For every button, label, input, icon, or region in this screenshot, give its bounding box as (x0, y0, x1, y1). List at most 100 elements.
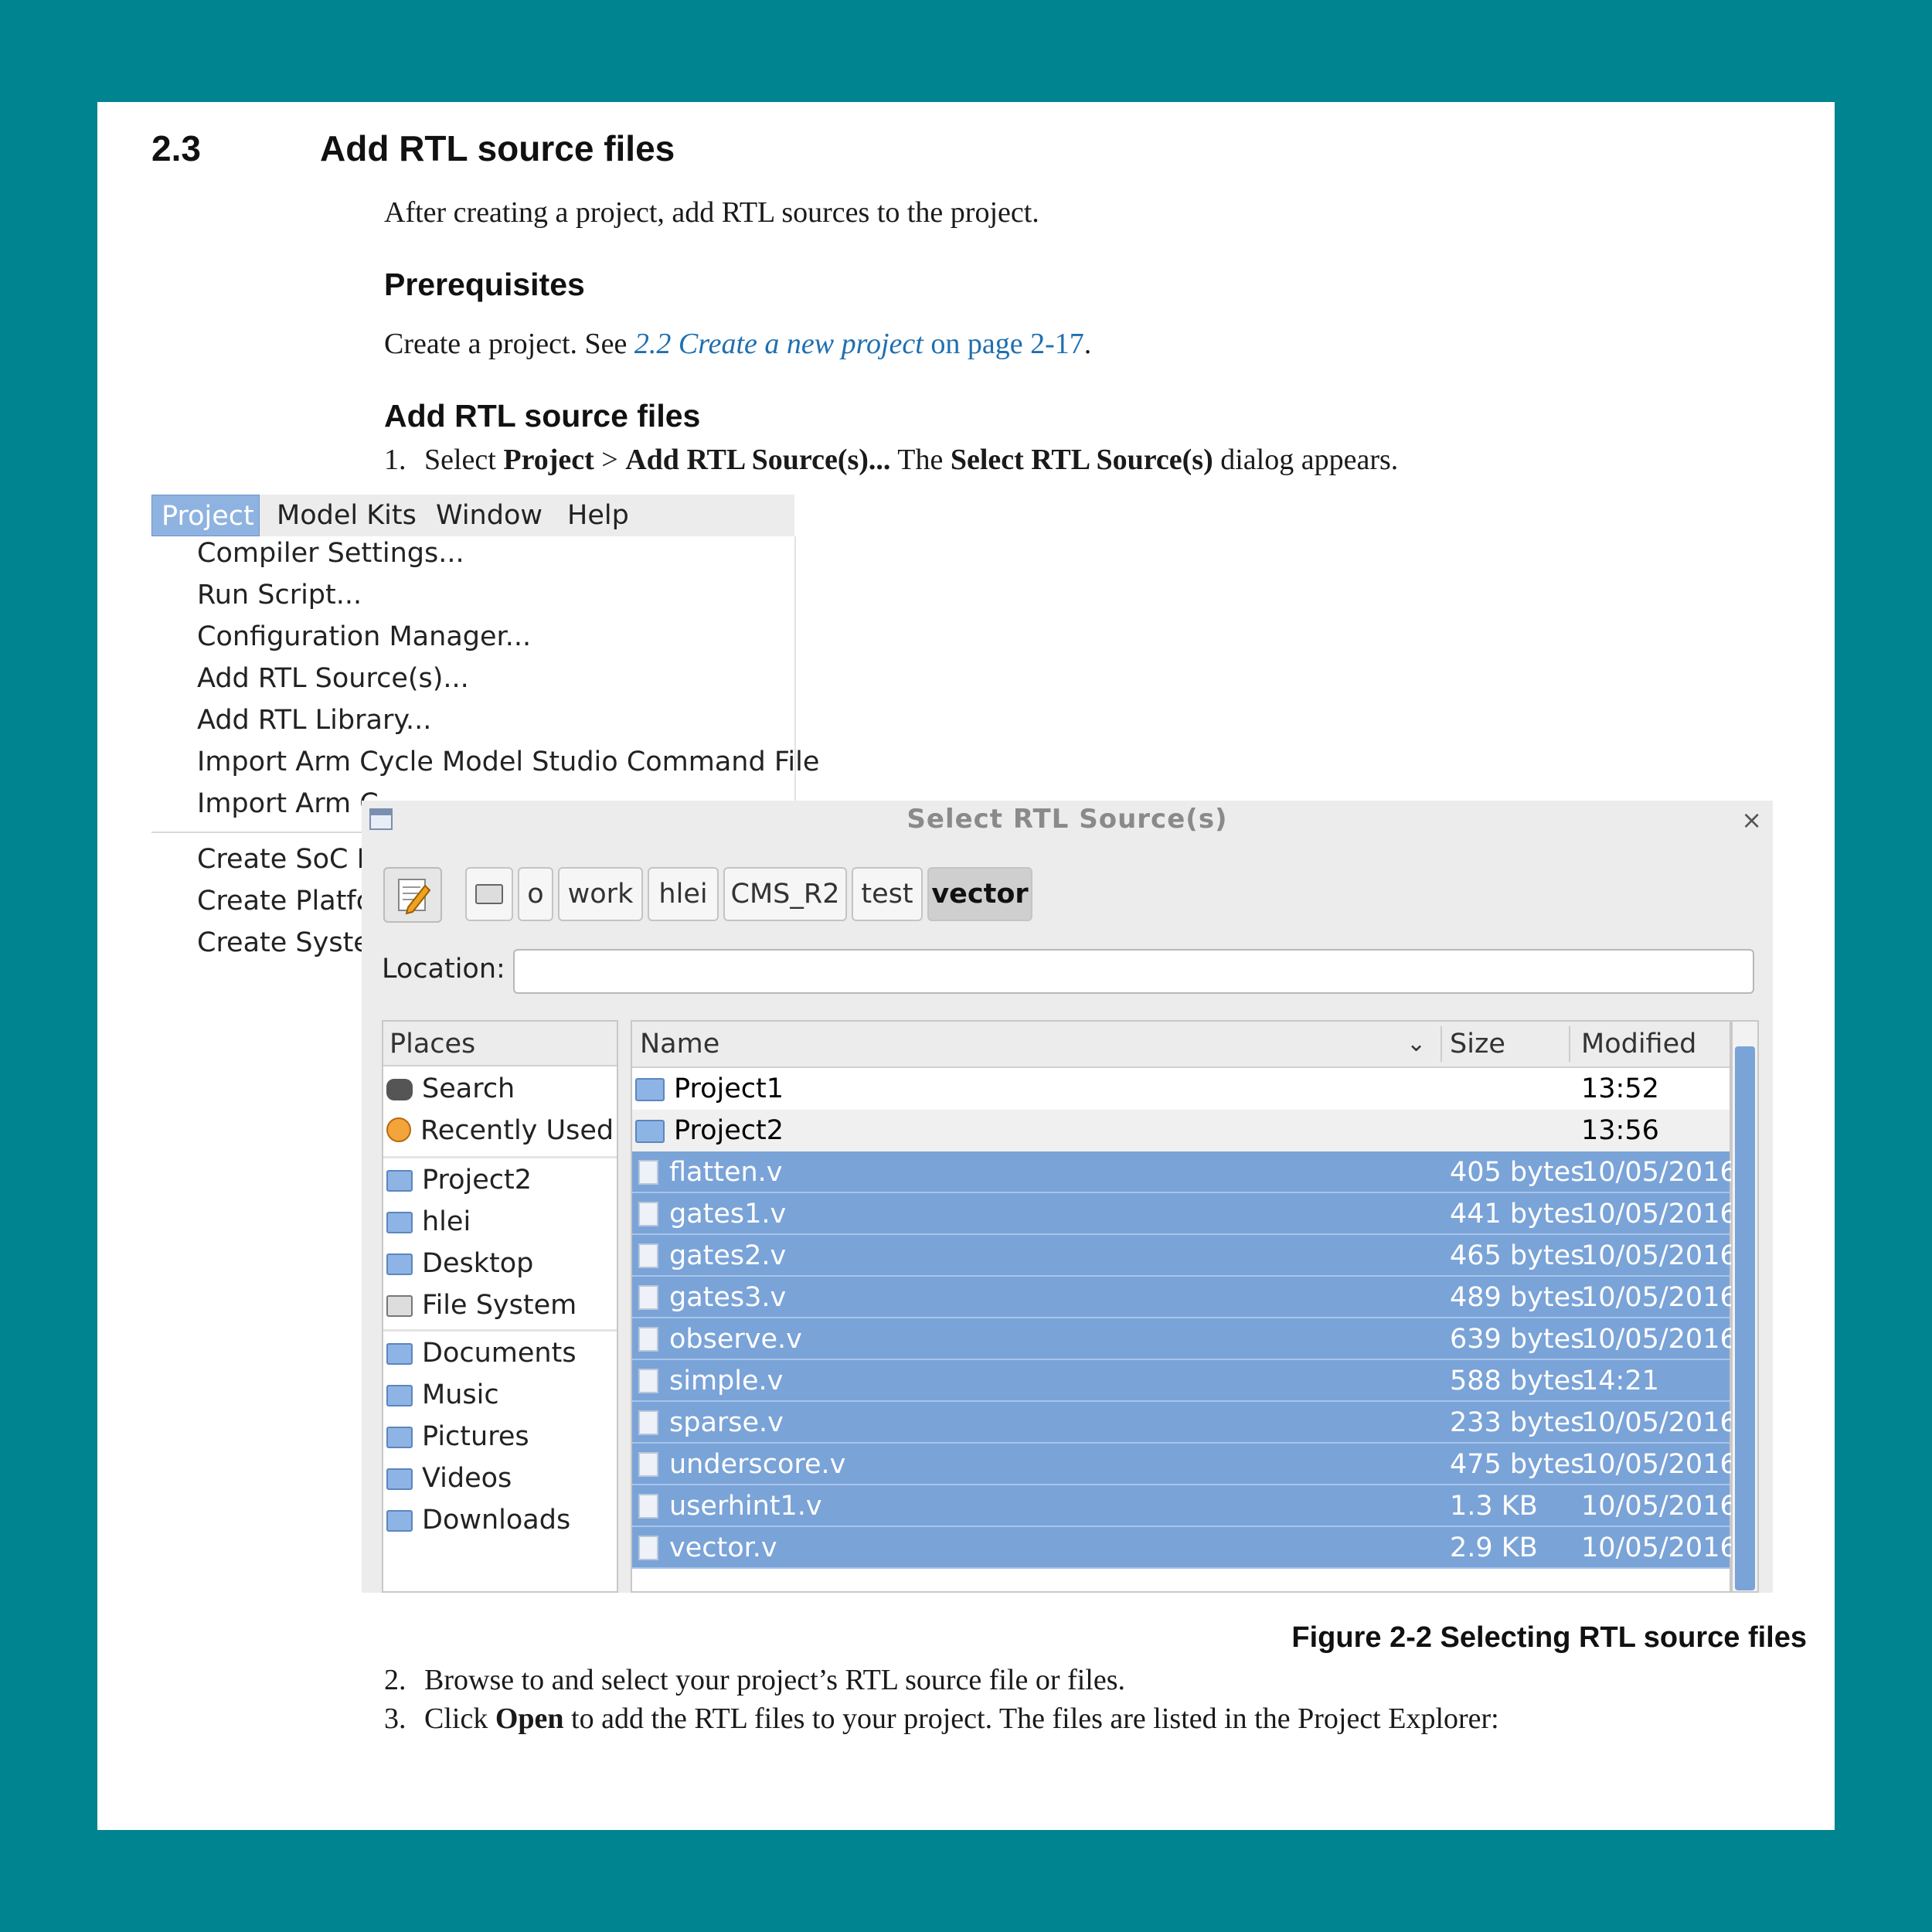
place-project2[interactable]: Project2 (386, 1159, 532, 1201)
menu-item-configuration-manager[interactable]: Configuration Manager... (197, 621, 531, 652)
file-name-text: gates2.v (669, 1240, 787, 1271)
step-3-number: 3. (384, 1702, 406, 1735)
place-desktop[interactable]: Desktop (386, 1243, 533, 1284)
location-input[interactable] (513, 949, 1754, 994)
place-videos[interactable]: Videos (386, 1458, 512, 1499)
menu-project[interactable]: Project (151, 495, 260, 536)
path-crumb-test[interactable]: test (852, 867, 923, 921)
path-crumb-cms-r2[interactable]: CMS_R2 (723, 867, 847, 921)
step-2-text: Browse to and select your project’s RTL … (424, 1664, 1125, 1696)
place-recently-used[interactable]: Recently Used (386, 1110, 614, 1151)
menu-item-compiler-settings[interactable]: Compiler Settings... (197, 538, 464, 569)
file-size: 465 bytes (1450, 1240, 1585, 1271)
file-modified: 14:21 (1581, 1366, 1659, 1396)
file-row-project1[interactable]: Project1 13:52 (632, 1068, 1730, 1110)
file-row-selected[interactable]: userhint1.v 1.3 KB 10/05/2016 (632, 1485, 1737, 1527)
file-row-selected[interactable]: observe.v 639 bytes 10/05/2016 (632, 1318, 1737, 1360)
path-crumb-hlei[interactable]: hlei (648, 867, 719, 921)
file-row-selected[interactable]: sparse.v 233 bytes 10/05/2016 (632, 1402, 1737, 1444)
column-size[interactable]: Size (1450, 1022, 1505, 1066)
places-separator (383, 1329, 617, 1332)
scrollbar-thumb[interactable] (1735, 1046, 1755, 1590)
file-row-selected[interactable]: vector.v 2.9 KB 10/05/2016 (632, 1527, 1737, 1569)
path-crumb-o[interactable]: o (518, 867, 553, 921)
menu-item-create-platform[interactable]: Create Platfor (197, 886, 384, 917)
path-crumb-vector[interactable]: vector (927, 867, 1032, 921)
column-divider (1440, 1026, 1442, 1062)
path-drive-button[interactable] (465, 867, 513, 921)
prereq-text-after: . (1083, 328, 1092, 360)
place-hlei-label: hlei (422, 1206, 471, 1237)
clock-icon (386, 1117, 411, 1142)
menu-item-import-wizard-file[interactable]: Import Arm C (197, 788, 379, 819)
place-documents-label: Documents (422, 1338, 577, 1369)
file-row-selected[interactable]: flatten.v 405 bytes 10/05/2016 (632, 1151, 1737, 1193)
menu-item-add-rtl-library[interactable]: Add RTL Library... (197, 705, 431, 736)
step-1-number: 1. (384, 444, 406, 476)
file-row-selected[interactable]: gates3.v 489 bytes 10/05/2016 (632, 1277, 1737, 1318)
file-modified: 10/05/2016 (1581, 1449, 1737, 1480)
file-modified: 10/05/2016 (1581, 1240, 1737, 1271)
column-name[interactable]: Name (640, 1022, 719, 1066)
file-name: Project2 (635, 1110, 784, 1151)
step-1-t2: > (594, 444, 626, 476)
file-name-text: sparse.v (669, 1407, 784, 1438)
place-recently-used-label: Recently Used (420, 1115, 614, 1146)
file-name-text: gates1.v (669, 1199, 787, 1230)
file-row-selected[interactable]: underscore.v 475 bytes 10/05/2016 (632, 1444, 1737, 1485)
file-name: Project1 (635, 1068, 784, 1110)
videos-folder-icon (386, 1468, 413, 1490)
step-1-t4: dialog appears. (1213, 444, 1399, 476)
menu-item-run-script[interactable]: Run Script... (197, 580, 362, 611)
menu-model-kits[interactable]: Model Kits (267, 495, 426, 536)
place-music[interactable]: Music (386, 1374, 499, 1416)
menu-bar: Project Model Kits Window Help (151, 495, 794, 537)
file-name-text: flatten.v (669, 1157, 783, 1188)
dialog-title: Select RTL Source(s) (906, 804, 1228, 835)
file-modified: 10/05/2016 (1581, 1199, 1737, 1230)
file-list-header: Name ⌄ Size Modified (632, 1022, 1730, 1068)
place-downloads-label: Downloads (422, 1505, 571, 1536)
menu-window[interactable]: Window (427, 495, 552, 536)
file-modified: 10/05/2016 (1581, 1324, 1737, 1355)
menu-help[interactable]: Help (558, 495, 638, 536)
place-file-system[interactable]: File System (386, 1284, 577, 1326)
place-hlei[interactable]: hlei (386, 1201, 471, 1243)
file-row-selected[interactable]: simple.v 588 bytes 14:21 (632, 1360, 1730, 1402)
figure-caption: Figure 2-2 Selecting RTL source files (1291, 1621, 1807, 1654)
prereq-link[interactable]: 2.2 Create a new project (634, 328, 923, 360)
file-name-text: vector.v (669, 1532, 777, 1563)
prereq-page-link[interactable]: on page 2-17 (923, 328, 1083, 360)
home-folder-icon (386, 1212, 413, 1233)
menu-item-add-rtl-sources[interactable]: Add RTL Source(s)... (197, 663, 469, 694)
column-modified[interactable]: Modified (1581, 1022, 1696, 1066)
places-header[interactable]: Places (383, 1022, 617, 1066)
binoculars-icon (386, 1079, 413, 1100)
file-name: gates2.v (638, 1235, 786, 1277)
menu-item-import-command-file[interactable]: Import Arm Cycle Model Studio Command Fi… (197, 747, 819, 777)
place-search-label: Search (422, 1073, 515, 1104)
file-row-selected[interactable]: gates2.v 465 bytes 10/05/2016 (632, 1235, 1737, 1277)
menu-item-create-soc[interactable]: Create SoC D (197, 844, 378, 875)
edit-location-button[interactable] (383, 867, 442, 923)
file-icon (638, 1160, 658, 1185)
place-downloads[interactable]: Downloads (386, 1499, 570, 1541)
place-desktop-label: Desktop (422, 1248, 534, 1279)
file-name: userhint1.v (638, 1485, 822, 1527)
music-folder-icon (386, 1385, 413, 1406)
path-crumb-work[interactable]: work (558, 867, 643, 921)
chevron-down-icon[interactable]: ⌄ (1406, 1022, 1426, 1066)
close-icon[interactable]: × (1741, 805, 1762, 835)
file-row-selected[interactable]: gates1.v 441 bytes 10/05/2016 (632, 1193, 1737, 1235)
place-pictures[interactable]: Pictures (386, 1416, 529, 1458)
pencil-icon (398, 879, 431, 915)
file-list-scrollbar[interactable] (1731, 1020, 1759, 1593)
step-2-number: 2. (384, 1664, 406, 1696)
place-search[interactable]: Search (386, 1068, 515, 1110)
downloads-folder-icon (386, 1510, 413, 1532)
file-row-project2[interactable]: Project2 13:56 (632, 1110, 1730, 1151)
menu-item-create-system[interactable]: Create Syster (197, 927, 381, 958)
file-name-text: underscore.v (669, 1449, 846, 1480)
place-documents[interactable]: Documents (386, 1332, 577, 1374)
file-modified: 10/05/2016 (1581, 1532, 1737, 1563)
